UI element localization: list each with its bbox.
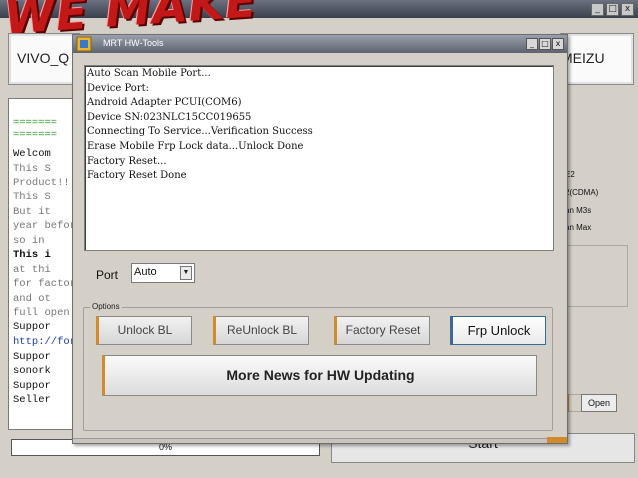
console-line: at thi <box>13 264 51 276</box>
port-value: Auto <box>134 266 157 278</box>
port-label: Port <box>96 268 119 282</box>
log-line: Device Port: <box>87 82 149 94</box>
resize-grip[interactable] <box>547 437 567 443</box>
minimize-icon[interactable]: _ <box>591 3 604 16</box>
log-line: Erase Mobile Frp Lock data...Unlock Done <box>87 140 304 152</box>
console-line: Welcom <box>13 148 51 160</box>
dialog-minimize-icon[interactable]: _ <box>526 38 538 50</box>
console-line: Seller <box>13 394 51 406</box>
console-line: Product!!! <box>13 177 77 189</box>
dropdown-arrow-icon[interactable]: ▼ <box>180 266 192 280</box>
dialog-maximize-icon[interactable]: □ <box>539 38 551 50</box>
dialog-bottom-edge <box>73 438 567 443</box>
maximize-icon[interactable]: □ <box>606 3 619 16</box>
brand-label-vivo: VIVO_Q <box>17 50 70 66</box>
factory-reset-button[interactable]: Factory Reset <box>334 316 430 345</box>
console-line: This i <box>13 249 51 261</box>
console-line: so in <box>13 235 45 247</box>
log-line: Factory Reset Done <box>87 170 187 182</box>
model-item[interactable]: an M3s <box>565 206 591 215</box>
console-link[interactable]: http://for <box>13 336 76 348</box>
dialog-close-icon[interactable]: x <box>552 38 564 50</box>
brand-tab-vivo[interactable]: VIVO_Q <box>8 33 80 85</box>
open-button[interactable]: Open <box>581 394 617 412</box>
log-output[interactable]: Auto Scan Mobile Port... Device Port: An… <box>84 65 554 251</box>
hw-tools-dialog: MRT HW-Tools _ □ x Auto Scan Mobile Port… <box>72 34 568 444</box>
log-line: Device SN:023NLC15CC019655 <box>87 111 252 123</box>
model-item[interactable]: 2(CDMA) <box>565 188 598 197</box>
log-line: Android Adapter PCUI(COM6) <box>87 97 242 109</box>
log-line: Factory Reset... <box>87 155 167 167</box>
options-group: Options Unlock BL ReUnlock BL Factory Re… <box>83 302 553 431</box>
port-select[interactable]: Auto ▼ <box>131 263 195 283</box>
right-group-frame <box>566 245 628 307</box>
console-line: sonork <box>13 365 51 377</box>
more-news-button[interactable]: More News for HW Updating <box>102 355 537 396</box>
dialog-title: MRT HW-Tools <box>103 38 164 48</box>
console-line: for factor <box>13 278 77 290</box>
brand-tab-meizu[interactable]: MEIZU <box>560 33 634 85</box>
console-line: This S <box>13 163 51 175</box>
frp-unlock-button[interactable]: Frp Unlock <box>450 316 546 345</box>
close-icon[interactable]: x <box>621 3 634 16</box>
model-item[interactable]: an Max <box>565 223 591 232</box>
console-line: ======= <box>13 129 58 141</box>
console-line: Suppor <box>13 380 51 392</box>
options-legend: Options <box>90 302 122 311</box>
console-line: Suppor <box>13 351 51 363</box>
console-line: year befor <box>13 220 77 232</box>
console-line: Suppor <box>13 321 51 333</box>
console-line: This S <box>13 191 51 203</box>
console-line: ======= <box>13 117 58 129</box>
browse-button[interactable] <box>566 394 582 412</box>
reunlock-bl-button[interactable]: ReUnlock BL <box>213 316 309 345</box>
log-line: Auto Scan Mobile Port... <box>87 68 211 79</box>
log-line: Connecting To Service...Verification Suc… <box>87 126 313 138</box>
console-line: full open <box>13 307 70 319</box>
app-icon <box>76 36 92 52</box>
console-line: But it <box>13 206 51 218</box>
dialog-title-bar[interactable]: MRT HW-Tools _ □ x <box>73 35 567 53</box>
unlock-bl-button[interactable]: Unlock BL <box>96 316 192 345</box>
console-line: and ot <box>13 293 51 305</box>
